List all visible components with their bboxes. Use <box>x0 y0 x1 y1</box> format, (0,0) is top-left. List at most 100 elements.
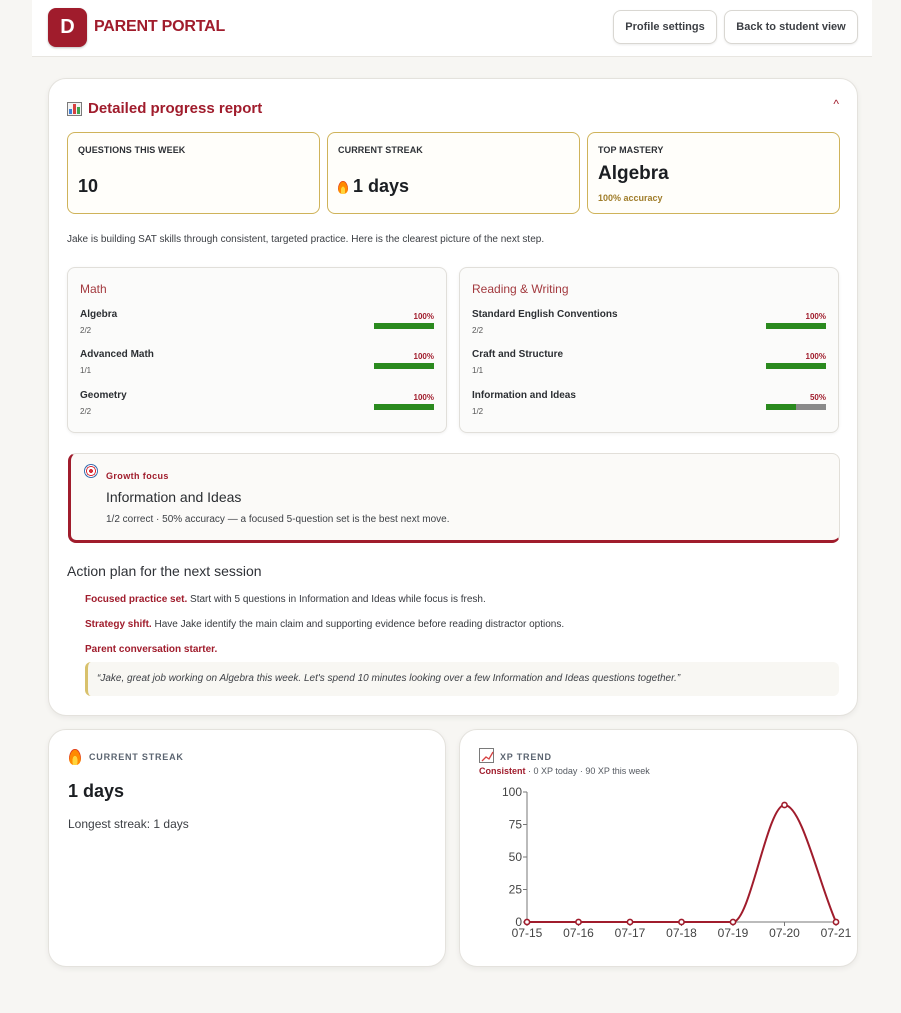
x-tick-label: 07-15 <box>512 926 543 940</box>
xp-series-line <box>526 803 837 923</box>
xp-data-point <box>729 918 737 926</box>
stat-value-wrap: 1 days <box>338 176 409 197</box>
back-to-student-button[interactable]: Back to student view <box>724 10 858 44</box>
skill-name: Information and Ideas <box>472 390 576 401</box>
growth-title: Information and Ideas <box>106 489 242 505</box>
plan-item: Strategy shift. Have Jake identify the m… <box>85 619 564 630</box>
skill-count: 1/2 <box>472 407 484 416</box>
y-tick-label: 50 <box>509 850 523 864</box>
top-bar: D PARENT PORTAL Profile settings Back to… <box>32 0 872 57</box>
xp-data-point <box>626 918 634 926</box>
plan-item-lead: Focused practice set. <box>85 594 188 605</box>
plan-item-lead: Strategy shift. <box>85 619 152 630</box>
progress-bar <box>374 404 434 410</box>
target-icon <box>84 464 98 478</box>
skill-row: Advanced Math 1/1 100% <box>80 349 434 379</box>
xp-data-point <box>523 918 531 926</box>
section-title: Reading & Writing <box>472 282 569 296</box>
skill-row: Information and Ideas 1/2 50% <box>472 390 826 420</box>
progress-bar <box>374 323 434 329</box>
section-title: Math <box>80 282 107 296</box>
longest-streak: Longest streak: 1 days <box>68 817 189 831</box>
y-tick-label: 25 <box>509 883 523 897</box>
x-tick-label: 07-17 <box>615 926 646 940</box>
growth-focus-panel: Growth focus Information and Ideas 1/2 c… <box>68 453 840 543</box>
progress-fill <box>766 363 826 369</box>
x-tick-label: 07-21 <box>821 926 852 940</box>
xp-trend-card: XP TREND Consistent · 0 XP today · 90 XP… <box>459 729 858 967</box>
report-title: Detailed progress report <box>88 100 263 117</box>
xp-data-point <box>832 918 840 926</box>
brand-title: PARENT PORTAL <box>94 18 226 35</box>
collapse-icon[interactable]: ^ <box>833 97 839 111</box>
growth-description: 1/2 correct · 50% accuracy — a focused 5… <box>106 514 450 525</box>
progress-bar <box>766 404 826 410</box>
skill-count: 1/1 <box>80 366 92 375</box>
xp-line-chart: 025507510007-15 07-16 07-17 07-18 07-19 07-20… <box>502 785 852 940</box>
xp-data-point <box>575 918 582 926</box>
skill-row: Algebra 2/2 100% <box>80 309 434 339</box>
x-tick-label: 07-20 <box>769 926 800 940</box>
progress-fill <box>374 363 434 369</box>
growth-tag: Growth focus <box>106 471 169 481</box>
report-heading: Detailed progress report <box>67 100 262 117</box>
skill-count: 2/2 <box>80 407 92 416</box>
quote-text: “Jake, great job working on Algebra this… <box>97 673 681 684</box>
stat-questions: QUESTIONS THIS WEEK 10 <box>67 132 320 214</box>
report-summary: Jake is building SAT skills through cons… <box>67 234 545 245</box>
progress-report-card: Detailed progress report ^ QUESTIONS THI… <box>48 78 858 716</box>
skill-percent: 100% <box>805 312 826 321</box>
skill-name: Craft and Structure <box>472 349 564 360</box>
xp-data-point <box>678 918 685 926</box>
stat-streak: CURRENT STREAK 1 days <box>327 132 580 214</box>
logo: D <box>48 8 87 47</box>
bar-chart-icon <box>67 101 82 116</box>
profile-settings-button[interactable]: Profile settings <box>613 10 717 44</box>
skill-name: Standard English Conventions <box>472 309 618 320</box>
math-section: Math Algebra 2/2 100% Advanced Math 1/1 … <box>67 267 447 433</box>
plan-item: Focused practice set. Start with 5 quest… <box>85 594 486 605</box>
y-tick-label: 100 <box>502 785 522 799</box>
plan-item-text: Start with 5 questions in Information an… <box>187 594 486 605</box>
xp-data-point <box>781 801 788 809</box>
skill-percent: 100% <box>805 352 826 361</box>
progress-fill <box>766 404 796 410</box>
y-tick-label: 75 <box>509 818 523 832</box>
x-tick-label: 07-19 <box>718 926 749 940</box>
stat-value: 10 <box>78 176 99 196</box>
skill-count: 2/2 <box>80 326 92 335</box>
reading-writing-section: Reading & Writing Standard English Conve… <box>459 267 839 433</box>
plan-item-lead: Parent conversation starter. <box>85 644 218 655</box>
skill-row: Craft and Structure 1/1 100% <box>472 349 826 379</box>
skill-name: Geometry <box>80 390 127 401</box>
skill-name: Algebra <box>80 309 118 320</box>
skill-name: Advanced Math <box>80 349 154 360</box>
streak-value: 1 days <box>68 781 125 801</box>
flame-icon <box>69 749 81 765</box>
x-tick-label: 07-16 <box>563 926 594 940</box>
conversation-quote: “Jake, great job working on Algebra this… <box>85 662 839 696</box>
skill-row: Standard English Conventions 2/2 100% <box>472 309 826 339</box>
skill-percent: 100% <box>413 393 434 402</box>
skill-count: 1/1 <box>472 366 484 375</box>
progress-bar <box>766 363 826 369</box>
x-tick-label: 07-18 <box>666 926 697 940</box>
plan-item: Parent conversation starter. <box>85 644 217 655</box>
stat-label: QUESTIONS THIS WEEK <box>78 145 186 155</box>
stat-value: Algebra <box>598 163 669 184</box>
progress-bar <box>766 323 826 329</box>
skill-count: 2/2 <box>472 326 484 335</box>
progress-fill <box>374 323 434 329</box>
skill-percent: 100% <box>413 352 434 361</box>
plan-item-text: Have Jake identify the main claim and su… <box>151 619 565 630</box>
progress-fill <box>766 323 826 329</box>
skill-percent: 50% <box>809 393 826 402</box>
skill-percent: 100% <box>413 312 434 321</box>
progress-bar <box>374 363 434 369</box>
flame-icon <box>338 181 348 194</box>
stat-label: TOP MASTERY <box>598 145 664 155</box>
skill-row: Geometry 2/2 100% <box>80 390 434 420</box>
stat-top-mastery: TOP MASTERY Algebra 100% accuracy <box>587 132 840 214</box>
progress-fill <box>374 404 434 410</box>
streak-card: CURRENT STREAK 1 days Longest streak: 1 … <box>48 729 446 967</box>
